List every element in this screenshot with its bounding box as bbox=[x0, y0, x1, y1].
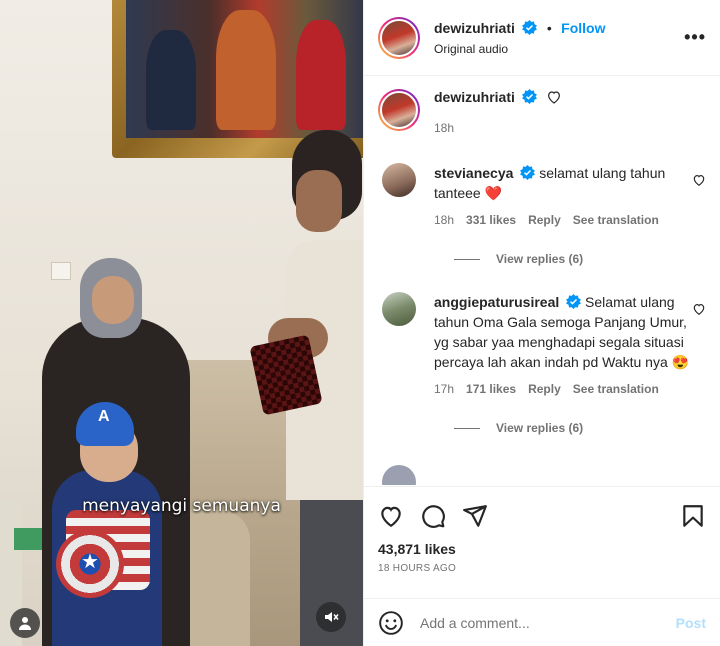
reply-button[interactable]: Reply bbox=[528, 210, 561, 230]
share-send-icon[interactable] bbox=[462, 503, 488, 529]
comments-list[interactable]: dewizuhriati 18h stevianecya selamat ula… bbox=[364, 77, 720, 485]
heart-outline-icon[interactable] bbox=[546, 89, 562, 105]
commenter-username[interactable]: anggiepaturusireal bbox=[434, 294, 559, 310]
verified-badge-icon bbox=[520, 165, 536, 180]
instagram-post-view: A ★ menyayangi semuanya dewizuhriati • F… bbox=[0, 0, 720, 646]
speaker-muted-icon bbox=[325, 612, 339, 622]
light-switch bbox=[51, 262, 71, 280]
like-count[interactable]: 43,871 likes bbox=[378, 541, 706, 557]
post-timestamp: 18 HOURS AGO bbox=[378, 563, 457, 574]
like-comment-heart-icon[interactable] bbox=[692, 173, 706, 187]
see-translation-button[interactable]: See translation bbox=[573, 379, 659, 399]
separator-dot: • bbox=[546, 19, 552, 36]
comment-item-partial bbox=[378, 465, 706, 485]
person-icon bbox=[19, 617, 31, 630]
post-sidebar: dewizuhriati • Follow Original audio •••… bbox=[363, 0, 720, 646]
like-heart-icon[interactable] bbox=[378, 503, 404, 529]
more-options-icon[interactable]: ••• bbox=[684, 27, 706, 48]
see-translation-button[interactable]: See translation bbox=[573, 210, 659, 230]
author-username[interactable]: dewizuhriati bbox=[434, 20, 515, 36]
video-caption: menyayangi semuanya bbox=[82, 496, 281, 516]
caption-time: 18h bbox=[434, 121, 455, 135]
mute-button[interactable] bbox=[316, 602, 346, 632]
add-comment-bar: Post bbox=[364, 598, 720, 646]
comment-likes[interactable]: 331 likes bbox=[466, 210, 516, 230]
post-comment-button[interactable]: Post bbox=[676, 615, 706, 631]
video-player[interactable]: A ★ menyayangi semuanya bbox=[0, 0, 363, 646]
verified-badge-icon bbox=[566, 294, 582, 309]
comment-time: 17h bbox=[434, 382, 455, 396]
comment-likes[interactable]: 171 likes bbox=[466, 379, 516, 399]
commenter-username[interactable]: stevianecya bbox=[434, 165, 513, 181]
commenter-avatar[interactable] bbox=[382, 292, 416, 326]
comment-item: stevianecya selamat ulang tahun tanteee … bbox=[378, 163, 706, 230]
caption-author-avatar[interactable] bbox=[378, 89, 420, 131]
verified-badge-icon bbox=[522, 19, 538, 35]
audio-label[interactable]: Original audio bbox=[434, 42, 684, 56]
post-actions: 43,871 likes 18 HOURS AGO bbox=[364, 486, 720, 582]
bookmark-save-icon[interactable] bbox=[680, 503, 706, 529]
tagged-users-button[interactable] bbox=[10, 608, 40, 638]
emoji-smiley-icon[interactable] bbox=[378, 610, 404, 636]
comment-time: 18h bbox=[434, 213, 455, 227]
comment-input[interactable] bbox=[420, 614, 676, 631]
verified-badge-icon bbox=[522, 89, 538, 104]
author-avatar[interactable] bbox=[378, 16, 420, 59]
comment-bubble-icon[interactable] bbox=[420, 503, 446, 529]
view-replies-button[interactable]: View replies (6) bbox=[454, 252, 706, 266]
caption-username[interactable]: dewizuhriati bbox=[434, 89, 515, 105]
view-replies-button[interactable]: View replies (6) bbox=[454, 421, 706, 435]
toy-shield: ★ bbox=[56, 530, 124, 598]
commenter-avatar[interactable] bbox=[382, 163, 416, 197]
post-header: dewizuhriati • Follow Original audio ••• bbox=[364, 0, 720, 76]
comment-item: anggiepaturusireal Selamat ulang tahun O… bbox=[378, 292, 706, 399]
reply-button[interactable]: Reply bbox=[528, 379, 561, 399]
post-caption: dewizuhriati 18h bbox=[378, 77, 706, 155]
follow-button[interactable]: Follow bbox=[561, 20, 605, 36]
like-comment-heart-icon[interactable] bbox=[692, 302, 706, 316]
